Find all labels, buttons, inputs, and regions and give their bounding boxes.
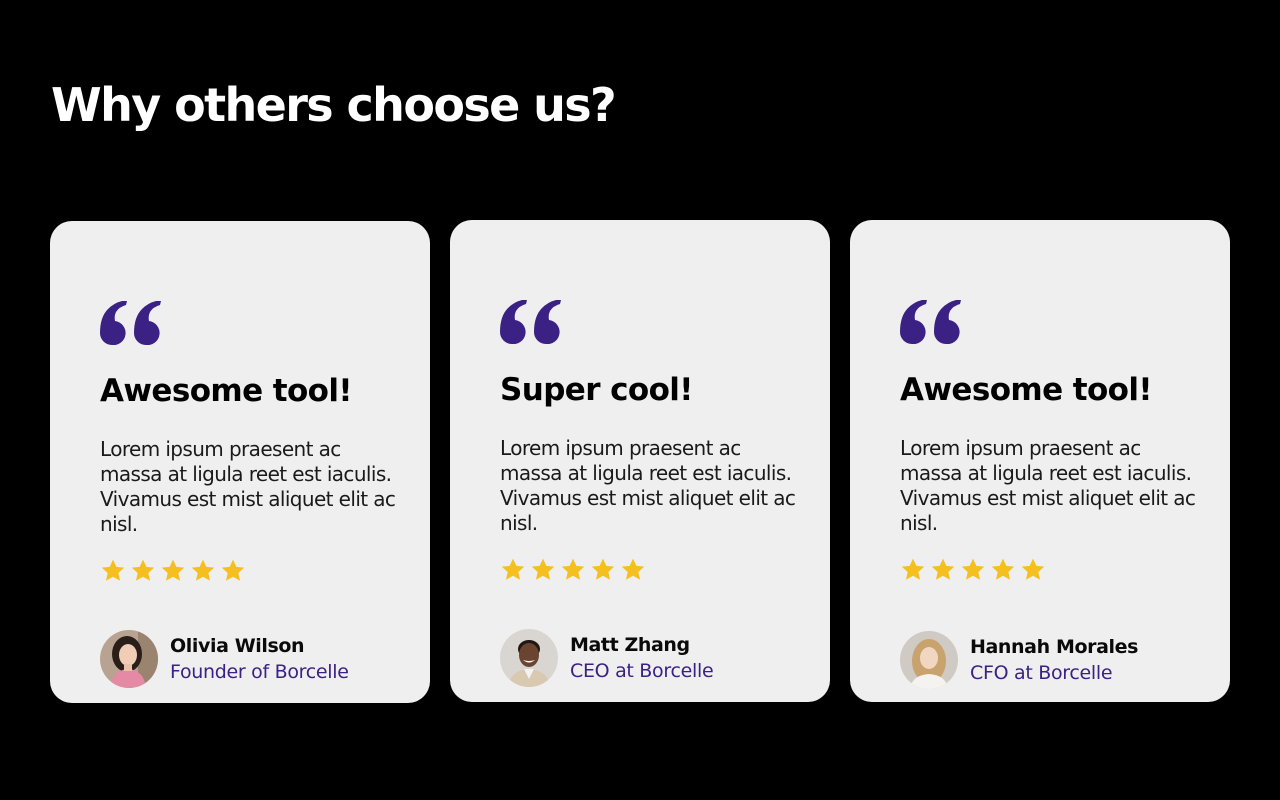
star-icon	[191, 559, 215, 581]
testimonial-title: Awesome tool!	[900, 372, 1153, 408]
star-icon	[931, 558, 955, 580]
author-name: Matt Zhang	[570, 634, 690, 656]
author-name: Hannah Morales	[970, 636, 1138, 658]
star-icon	[531, 558, 555, 580]
testimonial-body: Lorem ipsum praesent ac massa at ligula …	[500, 436, 796, 535]
star-icon	[621, 558, 645, 580]
author-role: CFO at Borcelle	[970, 662, 1113, 684]
star-icon	[131, 559, 155, 581]
author: Hannah Morales CFO at Borcelle	[900, 631, 1138, 689]
star-icon	[221, 559, 245, 581]
star-rating	[100, 558, 246, 584]
star-icon	[961, 558, 985, 580]
quote-icon	[900, 300, 961, 344]
testimonial-card: Awesome tool! Lorem ipsum praesent ac ma…	[50, 221, 430, 703]
avatar	[500, 629, 558, 687]
author-role: CEO at Borcelle	[570, 660, 714, 682]
star-icon	[161, 559, 185, 581]
author: Matt Zhang CEO at Borcelle	[500, 629, 714, 687]
star-rating	[900, 557, 1046, 583]
testimonial-body: Lorem ipsum praesent ac massa at ligula …	[900, 436, 1196, 535]
testimonial-card: Super cool! Lorem ipsum praesent ac mass…	[450, 220, 830, 702]
testimonial-card: Awesome tool! Lorem ipsum praesent ac ma…	[850, 220, 1230, 702]
testimonial-body: Lorem ipsum praesent ac massa at ligula …	[100, 437, 396, 536]
star-icon	[501, 558, 525, 580]
testimonial-title: Super cool!	[500, 372, 693, 408]
testimonial-title: Awesome tool!	[100, 373, 353, 409]
star-rating	[500, 557, 646, 583]
author-role: Founder of Borcelle	[170, 661, 349, 683]
star-icon	[101, 559, 125, 581]
testimonials-page: Why others choose us? Awesome tool! Lore…	[0, 0, 1280, 800]
page-title: Why others choose us?	[51, 78, 617, 132]
author: Olivia Wilson Founder of Borcelle	[100, 630, 349, 688]
quote-icon	[100, 301, 161, 345]
avatar	[900, 631, 958, 689]
star-icon	[991, 558, 1015, 580]
quote-icon	[500, 300, 561, 344]
star-icon	[901, 558, 925, 580]
avatar	[100, 630, 158, 688]
author-name: Olivia Wilson	[170, 635, 305, 657]
star-icon	[1021, 558, 1045, 580]
star-icon	[561, 558, 585, 580]
star-icon	[591, 558, 615, 580]
